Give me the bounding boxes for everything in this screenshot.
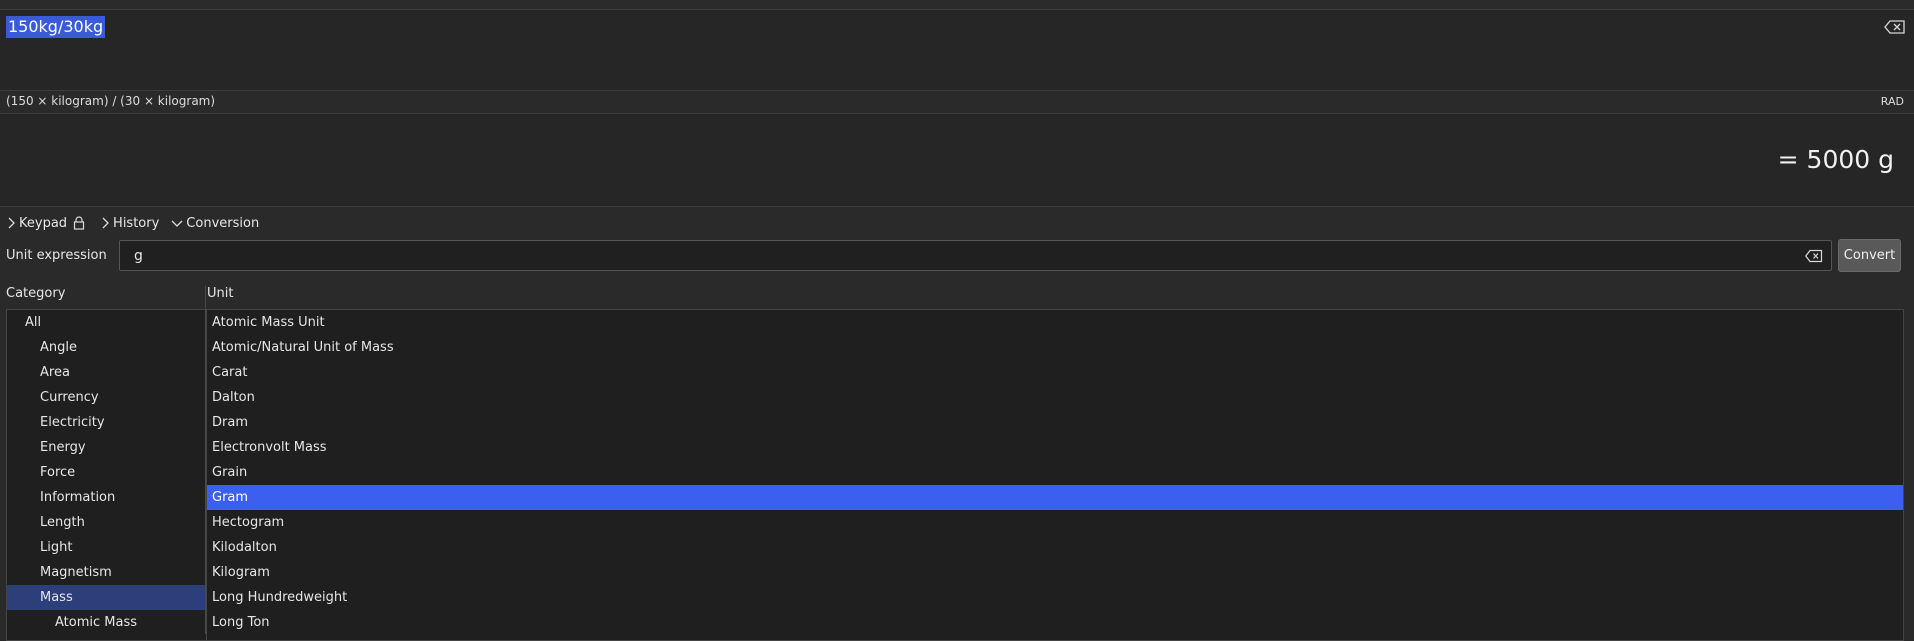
category-item-label: Angle [40, 340, 77, 355]
unit-item[interactable]: Kilodalton [207, 535, 1903, 560]
category-item[interactable]: Energy [7, 435, 206, 460]
category-item[interactable]: Length [7, 510, 206, 535]
unit-item-label: Atomic/Natural Unit of Mass [212, 340, 394, 355]
history-toggle[interactable]: History [94, 216, 165, 231]
unit-item[interactable]: Long Ton [207, 610, 1903, 635]
category-item-label: Magnetism [40, 565, 112, 580]
result-display: = 5000 g [0, 114, 1914, 207]
unit-item[interactable]: Long Hundredweight [207, 585, 1903, 610]
unit-item-label: Long Ton [212, 615, 270, 630]
category-item[interactable]: Information [7, 485, 206, 510]
unit-header[interactable]: Unit [207, 286, 233, 301]
category-item-label: Length [40, 515, 85, 530]
category-item-label: Currency [40, 390, 99, 405]
chevron-down-icon [171, 220, 183, 227]
keypad-toggle[interactable]: Keypad [0, 216, 94, 231]
unit-item[interactable]: Hectogram [207, 510, 1903, 535]
unit-list[interactable]: Atomic Mass Unit Atomic/Natural Unit of M… [206, 309, 1904, 641]
unit-item[interactable]: Carat [207, 360, 1903, 385]
panel-toggles: Keypad History Conversion [0, 212, 265, 234]
category-item[interactable]: Currency [7, 385, 206, 410]
unit-item[interactable]: Atomic/Natural Unit of Mass [207, 335, 1903, 360]
chevron-right-icon [8, 217, 15, 229]
unit-item-label: Long Hundredweight [212, 590, 348, 605]
category-item-label: Information [40, 490, 116, 505]
keypad-toggle-label: Keypad [19, 215, 68, 231]
unit-item-label: Atomic Mass Unit [212, 315, 325, 330]
unit-item-label: Dalton [212, 390, 255, 405]
unit-item[interactable]: Dalton [207, 385, 1903, 410]
category-item-label: Force [40, 465, 76, 480]
category-item-label: All [25, 315, 42, 330]
category-item-label: Mass [40, 590, 73, 605]
unit-item[interactable]: Electronvolt Mass [207, 435, 1903, 460]
unit-item-label: Gram [212, 490, 249, 505]
unit-item[interactable]: Dram [207, 410, 1903, 435]
unit-item-label: Kilodalton [212, 540, 277, 555]
clear-unit-icon[interactable] [1805, 249, 1823, 263]
clear-expression-icon[interactable] [1884, 19, 1906, 35]
lock-icon[interactable] [73, 216, 88, 230]
unit-item-label: Grain [212, 465, 248, 480]
unit-item[interactable]: Grain [207, 460, 1903, 485]
category-item-label: Area [40, 365, 70, 380]
unit-item[interactable]: Kilogram [207, 560, 1903, 585]
chevron-right-icon [102, 217, 109, 229]
category-item[interactable]: Area [7, 360, 206, 385]
category-item[interactable]: Angle [7, 335, 206, 360]
category-item-label: Energy [40, 440, 86, 455]
unit-item-label: Dram [212, 415, 248, 430]
unit-item-label: Electronvolt Mass [212, 440, 327, 455]
category-item[interactable]: Magnetism [7, 560, 206, 585]
conversion-toggle[interactable]: Conversion [165, 216, 265, 231]
unit-item[interactable]: Atomic Mass Unit [207, 310, 1903, 335]
unit-expression-row: Unit expression Convert [0, 239, 1914, 273]
category-item[interactable]: Light [7, 535, 206, 560]
parsed-expression-bar: (150 × kilogram) / (30 × kilogram) RAD [0, 91, 1914, 114]
category-item-label: Electricity [40, 415, 105, 430]
category-header[interactable]: Category [6, 286, 65, 301]
category-item[interactable]: Force [7, 460, 206, 485]
result-text: = 5000 g [1777, 145, 1894, 174]
category-item[interactable]: Electricity [7, 410, 206, 435]
category-list[interactable]: All Angle Area Currency Electricity Energy For… [6, 309, 206, 641]
expression-editor[interactable]: 150kg/30kg [0, 10, 1914, 91]
category-item-label: Light [40, 540, 73, 555]
history-toggle-label: History [113, 215, 160, 231]
category-item[interactable]: Mass [7, 585, 206, 610]
parsed-expression: (150 × kilogram) / (30 × kilogram) [6, 94, 216, 108]
category-item[interactable]: All [7, 310, 206, 335]
category-item[interactable]: Atomic Mass [7, 610, 206, 635]
unit-item[interactable]: Gram [207, 485, 1903, 510]
conversion-toggle-label: Conversion [186, 215, 260, 231]
unit-expression-input[interactable] [119, 240, 1832, 271]
convert-button[interactable]: Convert [1838, 239, 1901, 272]
unit-item-label: Hectogram [212, 515, 285, 530]
unit-item-label: Carat [212, 365, 248, 380]
top-strip [0, 0, 1914, 10]
angle-mode-indicator[interactable]: RAD [1881, 95, 1904, 108]
category-item-label: Atomic Mass [55, 615, 137, 630]
unit-expression-label: Unit expression [6, 248, 107, 263]
expression-text[interactable]: 150kg/30kg [6, 16, 106, 38]
unit-item-label: Kilogram [212, 565, 270, 580]
